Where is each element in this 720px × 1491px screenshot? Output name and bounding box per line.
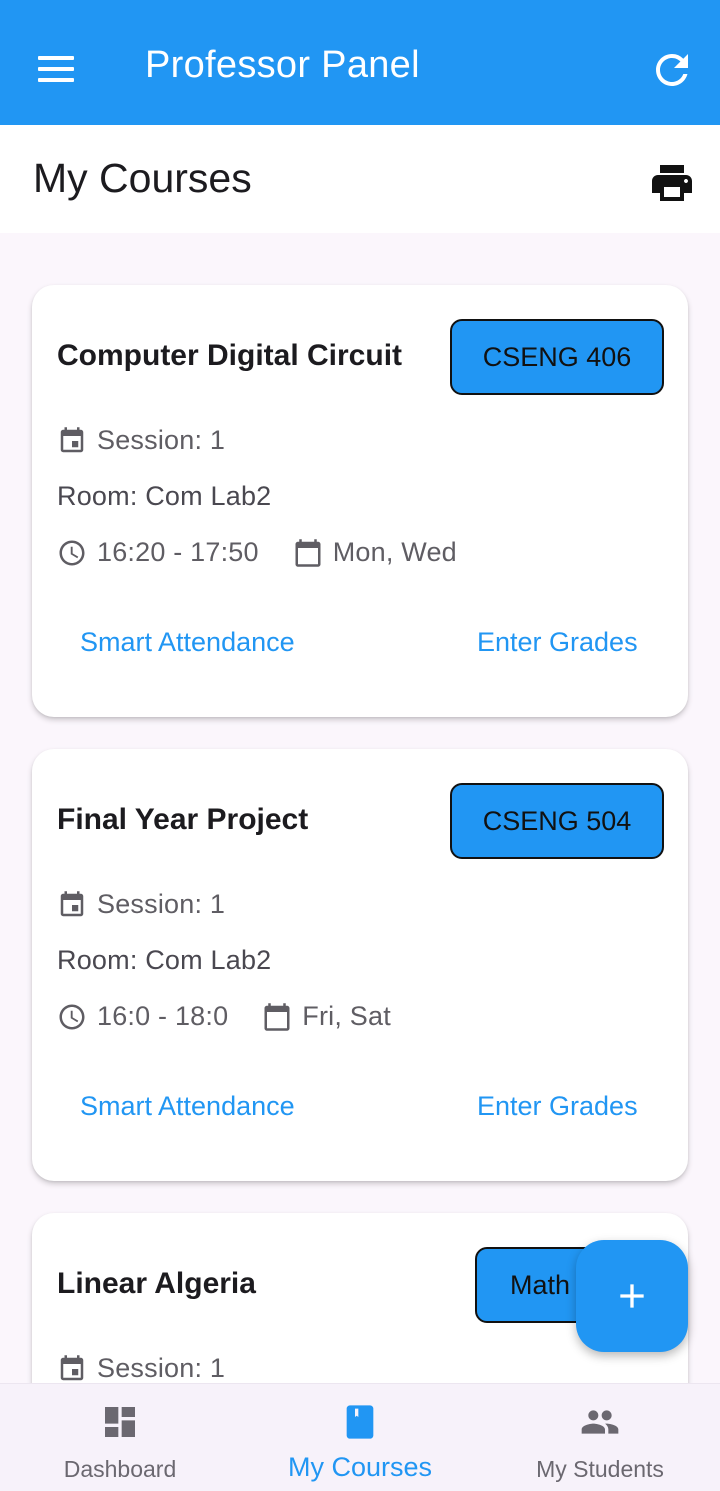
- room-text: Room: Com Lab2: [57, 945, 272, 975]
- clock-icon: [57, 1002, 87, 1032]
- print-icon[interactable]: [648, 159, 696, 207]
- people-icon: [580, 1402, 620, 1442]
- schedule-row: 16:20 - 17:50 Mon, Wed: [57, 537, 457, 568]
- time-text: 16:20 - 17:50: [97, 537, 259, 567]
- calendar-icon: [293, 538, 323, 568]
- page-title: My Courses: [33, 155, 252, 201]
- course-code-badge[interactable]: CSENG 406: [450, 319, 664, 395]
- clock-icon: [57, 538, 87, 568]
- session-row: Session: 1: [57, 1353, 225, 1384]
- session-text: Session: 1: [97, 889, 226, 919]
- session-text: Session: 1: [97, 1353, 226, 1383]
- app-bar: Professor Panel: [0, 0, 720, 125]
- event-icon: [57, 1354, 87, 1384]
- menu-icon[interactable]: [34, 46, 78, 92]
- nav-item-my-students[interactable]: My Students: [480, 1384, 720, 1491]
- smart-attendance-button[interactable]: Smart Attendance: [80, 1091, 295, 1122]
- calendar-icon: [262, 1002, 292, 1032]
- days-text: Mon, Wed: [332, 537, 457, 567]
- nav-item-my-courses[interactable]: My Courses: [240, 1384, 480, 1491]
- nav-item-dashboard[interactable]: Dashboard: [0, 1384, 240, 1491]
- dashboard-icon: [100, 1402, 140, 1442]
- nav-label: My Students: [536, 1456, 664, 1482]
- room-row: Room: Com Lab2: [57, 945, 271, 976]
- session-row: Session: 1: [57, 889, 225, 920]
- time-text: 16:0 - 18:0: [97, 1001, 229, 1031]
- refresh-icon[interactable]: [648, 46, 696, 94]
- page-header: My Courses: [0, 125, 720, 233]
- room-row: Room: Com Lab2: [57, 481, 271, 512]
- room-text: Room: Com Lab2: [57, 481, 272, 511]
- enter-grades-button[interactable]: Enter Grades: [477, 627, 638, 658]
- event-icon: [57, 890, 87, 920]
- bottom-navigation: Dashboard My Courses My Students: [0, 1383, 720, 1491]
- nav-label: My Courses: [287, 1452, 433, 1482]
- enter-grades-button[interactable]: Enter Grades: [477, 1091, 638, 1122]
- schedule-row: 16:0 - 18:0 Fri, Sat: [57, 1001, 391, 1032]
- event-icon: [57, 426, 87, 456]
- session-text: Session: 1: [97, 425, 226, 455]
- course-title: Computer Digital Circuit: [57, 339, 403, 372]
- nav-label: Dashboard: [63, 1456, 177, 1482]
- course-card[interactable]: Computer Digital Circuit CSENG 406 Sessi…: [32, 285, 688, 717]
- session-row: Session: 1: [57, 425, 225, 456]
- book-icon: [340, 1402, 380, 1442]
- add-icon: [620, 1284, 644, 1308]
- smart-attendance-button[interactable]: Smart Attendance: [80, 627, 295, 658]
- app-title: Professor Panel: [145, 44, 420, 86]
- days-text: Fri, Sat: [302, 1001, 391, 1031]
- course-code-badge[interactable]: CSENG 504: [450, 783, 664, 859]
- course-title: Final Year Project: [57, 803, 309, 836]
- course-title: Linear Algeria: [57, 1267, 256, 1300]
- course-card[interactable]: Final Year Project CSENG 504 Session: 1 …: [32, 749, 688, 1181]
- add-course-button[interactable]: [576, 1240, 688, 1352]
